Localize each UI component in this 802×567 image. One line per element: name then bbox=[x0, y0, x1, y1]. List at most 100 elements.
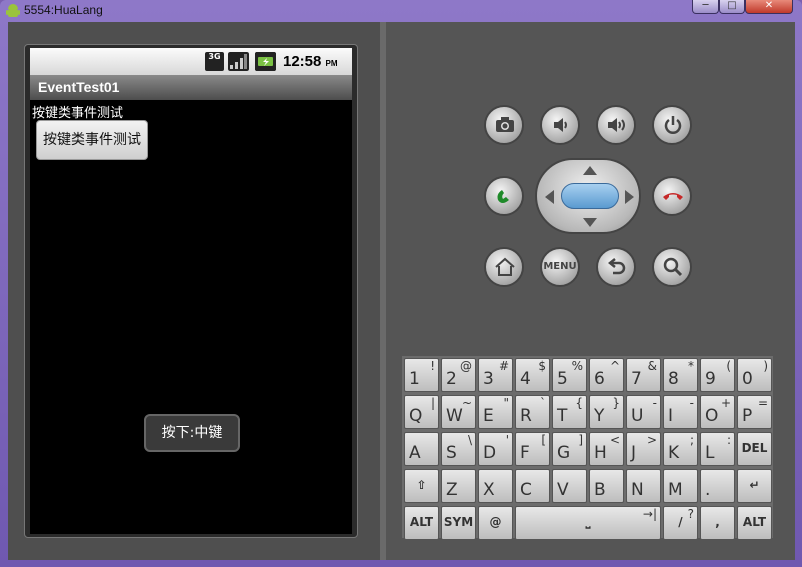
key-alt-label: * bbox=[688, 359, 694, 373]
end-call-button[interactable] bbox=[652, 176, 692, 216]
key-special[interactable]: DEL bbox=[737, 432, 772, 466]
key[interactable]: K; bbox=[663, 432, 698, 466]
key[interactable]: C bbox=[515, 469, 550, 503]
key[interactable]: 6 ^ bbox=[589, 358, 624, 392]
key[interactable]: A bbox=[404, 432, 439, 466]
key[interactable]: R ` bbox=[515, 395, 550, 429]
key[interactable]: X bbox=[478, 469, 513, 503]
key[interactable]: 2 @ bbox=[441, 358, 476, 392]
key[interactable]: 9( bbox=[700, 358, 735, 392]
key[interactable]: G] bbox=[552, 432, 587, 466]
key[interactable]: J > bbox=[626, 432, 661, 466]
maximize-button[interactable]: □ bbox=[719, 0, 745, 14]
sym-key[interactable]: SYM bbox=[441, 506, 476, 540]
key[interactable]: L: bbox=[700, 432, 735, 466]
key-event-button[interactable]: 按键类事件测试 bbox=[36, 120, 148, 160]
space-key[interactable]: ⎵ →| bbox=[515, 506, 661, 540]
key[interactable]: H < bbox=[589, 432, 624, 466]
key-alt-label: ^ bbox=[609, 359, 620, 373]
home-button[interactable] bbox=[484, 247, 524, 287]
dpad[interactable] bbox=[535, 158, 641, 234]
slash-key[interactable]: /? bbox=[663, 506, 698, 540]
sym-key-label: SYM bbox=[443, 515, 474, 529]
dpad-down-icon[interactable] bbox=[583, 218, 597, 227]
key[interactable]: Y} bbox=[589, 395, 624, 429]
comma-key[interactable]: , bbox=[700, 506, 735, 540]
key-main-label: E bbox=[483, 406, 494, 426]
minimize-button[interactable]: ─ bbox=[692, 0, 719, 14]
key[interactable]: . bbox=[700, 469, 735, 503]
key[interactable]: U- bbox=[626, 395, 661, 429]
dpad-right-icon[interactable] bbox=[625, 190, 634, 204]
key[interactable]: M bbox=[663, 469, 698, 503]
volume-down-button[interactable] bbox=[540, 105, 580, 145]
alt-right-key[interactable]: ALT bbox=[737, 506, 772, 540]
key[interactable]: P = bbox=[737, 395, 772, 429]
key-special[interactable]: ↵ bbox=[737, 469, 772, 503]
key[interactable]: E " bbox=[478, 395, 513, 429]
key[interactable]: D ' bbox=[478, 432, 513, 466]
key[interactable]: V bbox=[552, 469, 587, 503]
key-main-label: 2 bbox=[446, 369, 457, 389]
volume-up-button[interactable] bbox=[596, 105, 636, 145]
key-main-label: F bbox=[520, 443, 530, 463]
key[interactable]: 8 * bbox=[663, 358, 698, 392]
search-button[interactable] bbox=[652, 247, 692, 287]
key-special[interactable]: ⇧ bbox=[404, 469, 439, 503]
menu-button[interactable]: MENU bbox=[540, 247, 580, 287]
key[interactable]: Z bbox=[441, 469, 476, 503]
key[interactable]: B bbox=[589, 469, 624, 503]
dpad-center-button[interactable] bbox=[561, 183, 619, 209]
power-button[interactable] bbox=[652, 105, 692, 145]
key[interactable]: 0) bbox=[737, 358, 772, 392]
key-main-label: D bbox=[483, 443, 497, 463]
power-icon bbox=[664, 116, 682, 134]
key[interactable]: S \ bbox=[441, 432, 476, 466]
key-alt-label: < bbox=[609, 433, 620, 447]
camera-button[interactable] bbox=[484, 105, 524, 145]
at-key[interactable]: @ bbox=[478, 506, 513, 540]
key[interactable]: 4 $ bbox=[515, 358, 550, 392]
comma-key-label: , bbox=[715, 515, 720, 529]
key[interactable]: 1! bbox=[404, 358, 439, 392]
key[interactable]: O + bbox=[700, 395, 735, 429]
key-alt-label: ] bbox=[578, 433, 583, 447]
android-icon bbox=[6, 4, 20, 17]
phone-skin: 3G 12:58 PM EventTest01 按键类事件测试 按键类事件测试 … bbox=[8, 22, 380, 560]
phone-screen[interactable]: 3G 12:58 PM EventTest01 按键类事件测试 按键类事件测试 … bbox=[30, 48, 352, 534]
dpad-up-icon[interactable] bbox=[583, 166, 597, 175]
key[interactable]: I- bbox=[663, 395, 698, 429]
key[interactable]: F[ bbox=[515, 432, 550, 466]
call-button[interactable] bbox=[484, 176, 524, 216]
key[interactable]: 5% bbox=[552, 358, 587, 392]
key-main-label: Q bbox=[409, 406, 423, 426]
question-label: ? bbox=[687, 507, 694, 521]
key-alt-label: ` bbox=[540, 396, 546, 410]
clock-time: 12:58 bbox=[283, 53, 322, 70]
window-title: 5554:HuaLang bbox=[24, 3, 103, 17]
key-main-label: G bbox=[557, 443, 571, 463]
key-alt-label: | bbox=[430, 396, 435, 410]
key[interactable]: 7 & bbox=[626, 358, 661, 392]
key-alt-label: ! bbox=[430, 359, 435, 373]
key-alt-label: } bbox=[612, 396, 620, 410]
alt-left-key[interactable]: ALT bbox=[404, 506, 439, 540]
key-alt-label: ' bbox=[505, 433, 509, 447]
emulator-client-area: 3G 12:58 PM EventTest01 按键类事件测试 按键类事件测试 … bbox=[8, 22, 795, 560]
key-main-label: V bbox=[557, 480, 569, 500]
signal-icon bbox=[228, 52, 249, 71]
dpad-left-icon[interactable] bbox=[545, 190, 554, 204]
key[interactable]: W ~ bbox=[441, 395, 476, 429]
close-button[interactable]: ✕ bbox=[745, 0, 793, 14]
key[interactable]: Q | bbox=[404, 395, 439, 429]
key-alt-label: - bbox=[652, 396, 657, 410]
app-title: EventTest01 bbox=[38, 79, 120, 95]
key[interactable]: 3 # bbox=[478, 358, 513, 392]
key[interactable]: N bbox=[626, 469, 661, 503]
key[interactable]: T{ bbox=[552, 395, 587, 429]
back-button[interactable] bbox=[596, 247, 636, 287]
key-main-label: 3 bbox=[483, 369, 494, 389]
key-alt-label: ( bbox=[726, 359, 731, 373]
key-main-label: S bbox=[446, 443, 457, 463]
key-special-label: ↵ bbox=[749, 478, 760, 492]
